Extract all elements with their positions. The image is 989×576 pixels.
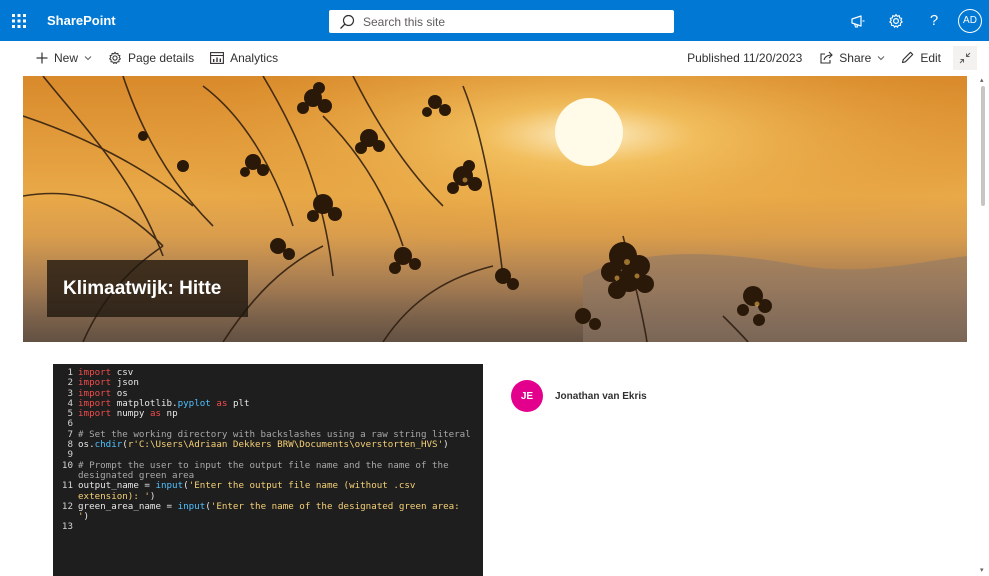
code-text: green_area_name = input('Enter the name … bbox=[78, 500, 473, 523]
code-token: input bbox=[177, 500, 206, 512]
code-text: import json bbox=[78, 378, 473, 388]
page-title: Klimaatwijk: Hitte bbox=[63, 277, 222, 299]
code-text: output_name = input('Enter the output fi… bbox=[78, 481, 473, 502]
scroll-thumb[interactable] bbox=[981, 86, 985, 206]
edit-label: Edit bbox=[920, 50, 941, 65]
author-name: Jonathan van Ekris bbox=[555, 390, 647, 402]
plus-icon bbox=[36, 52, 48, 63]
line-number: 13 bbox=[61, 521, 73, 533]
analytics-icon bbox=[210, 51, 225, 64]
code-token: r'C:\Users\Adriaan Dekkers BRW\Documents… bbox=[127, 439, 444, 451]
app-name-link[interactable]: SharePoint bbox=[47, 13, 116, 28]
gear-icon[interactable] bbox=[877, 0, 915, 41]
code-line: 10 # Prompt the user to input the output … bbox=[59, 459, 477, 482]
line-number: 10 bbox=[61, 459, 73, 471]
code-line: 11 output_name = input('Enter the output … bbox=[59, 481, 477, 502]
share-button[interactable]: Share bbox=[812, 41, 893, 74]
code-token: np bbox=[161, 408, 178, 420]
code-token: ) bbox=[443, 439, 449, 451]
new-button[interactable]: New bbox=[28, 41, 100, 74]
megaphone-icon[interactable] bbox=[839, 0, 877, 41]
chevron-down-icon bbox=[84, 55, 92, 60]
author-avatar: JE bbox=[511, 380, 543, 412]
chevron-down-icon bbox=[877, 55, 885, 60]
share-icon bbox=[820, 51, 834, 64]
suite-bar: SharePoint ? AD bbox=[0, 0, 989, 41]
hero-title-box: Klimaatwijk: Hitte bbox=[47, 260, 248, 317]
page-details-label: Page details bbox=[128, 50, 195, 65]
code-text: # Prompt the user to input the output fi… bbox=[78, 459, 473, 482]
author-card[interactable]: JE Jonathan van Ekris bbox=[511, 380, 647, 412]
analytics-label: Analytics bbox=[230, 50, 279, 65]
line-number: 11 bbox=[61, 480, 73, 492]
published-status: Published 11/20/2023 bbox=[687, 50, 803, 65]
code-token: input bbox=[155, 480, 184, 492]
code-token: # Prompt the user to input the output fi… bbox=[78, 459, 455, 481]
page-details-button[interactable]: Page details bbox=[100, 41, 202, 74]
code-token: chdir bbox=[94, 439, 123, 451]
scroll-up-arrow[interactable]: ▴ bbox=[980, 77, 986, 84]
code-block: 1 import csv 2 import json 3 import os 4 import… bbox=[53, 364, 483, 576]
code-text: import numpy as np bbox=[78, 409, 473, 419]
pencil-icon bbox=[902, 51, 914, 64]
code-token: numpy bbox=[111, 408, 145, 420]
search-input[interactable] bbox=[363, 14, 643, 29]
edit-button[interactable]: Edit bbox=[893, 41, 949, 74]
hero-banner: Klimaatwijk: Hitte bbox=[23, 76, 967, 342]
code-token: green_area_name = bbox=[78, 500, 178, 512]
collapse-icon bbox=[959, 52, 971, 63]
search-icon bbox=[340, 14, 355, 29]
code-token: ) bbox=[83, 511, 90, 523]
analytics-button[interactable]: Analytics bbox=[202, 41, 286, 74]
search-box[interactable] bbox=[329, 10, 674, 33]
code-line: 13 bbox=[59, 521, 477, 533]
waffle-icon[interactable] bbox=[0, 0, 38, 41]
code-line: 5 import numpy as np bbox=[59, 408, 477, 419]
code-line: 8 os.chdir(r'C:\Users\Adriaan Dekkers BRW… bbox=[59, 439, 477, 451]
collapse-button[interactable] bbox=[953, 45, 977, 70]
new-label: New bbox=[54, 50, 79, 65]
code-token: as bbox=[210, 397, 228, 409]
code-token: as bbox=[144, 408, 162, 420]
help-icon[interactable]: ? bbox=[915, 0, 953, 41]
code-line: 12 green_area_name = input('Enter the nam… bbox=[59, 500, 477, 523]
share-label: Share bbox=[839, 50, 872, 65]
page-scrollbar[interactable]: ▴ ▾ bbox=[977, 76, 989, 576]
gear-icon bbox=[109, 51, 121, 64]
user-avatar[interactable]: AD bbox=[958, 8, 982, 33]
code-text: os.chdir(r'C:\Users\Adriaan Dekkers BRW\… bbox=[78, 439, 473, 451]
command-bar: New Page details Analytics Published 11/… bbox=[0, 41, 989, 74]
scroll-down-arrow[interactable]: ▾ bbox=[980, 567, 986, 574]
code-token: plt bbox=[227, 397, 250, 409]
code-token: pyplot bbox=[177, 397, 211, 409]
line-number: 12 bbox=[61, 500, 73, 512]
